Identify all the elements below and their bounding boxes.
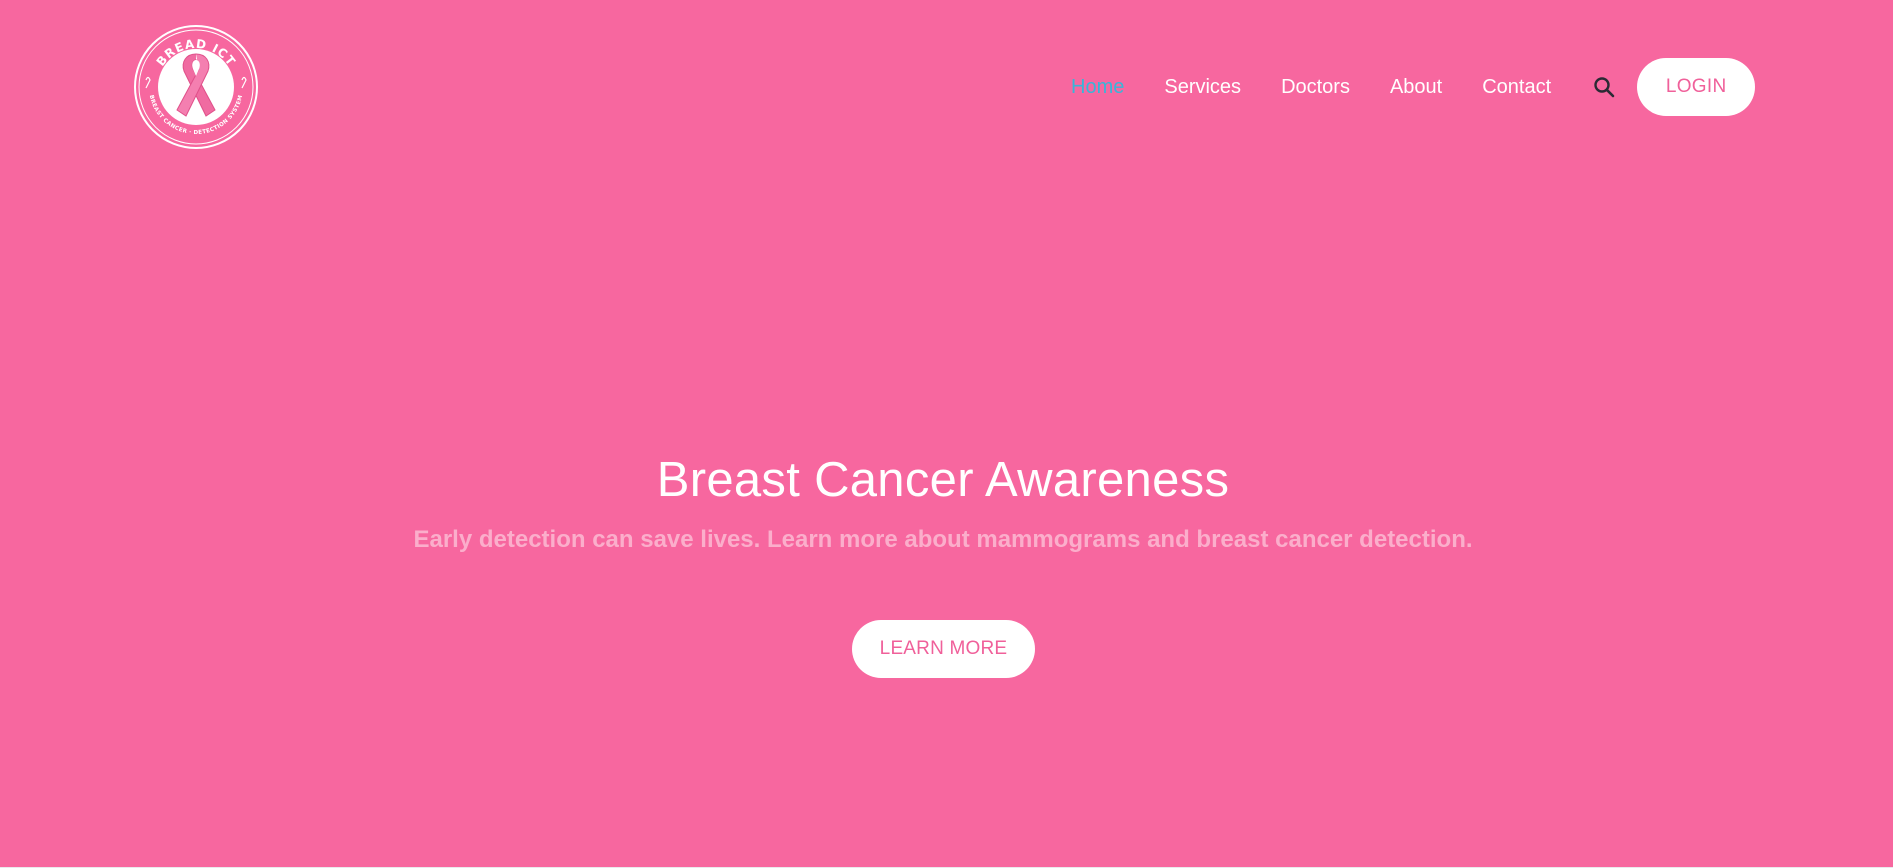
main-nav: Home Services Doctors About Contact LOGI… [1071, 58, 1756, 116]
nav-link-home[interactable]: Home [1071, 76, 1124, 99]
hero-title: Breast Cancer Awareness [656, 453, 1230, 507]
page: BREAD ICT BREAST CANCER · DETECTION SYST… [0, 0, 1893, 867]
nav-link-contact[interactable]: Contact [1482, 76, 1551, 99]
nav-link-doctors[interactable]: Doctors [1281, 76, 1350, 99]
search-icon [1594, 77, 1615, 98]
nav-link-services[interactable]: Services [1164, 76, 1241, 99]
hero-subtitle: Early detection can save lives. Learn mo… [413, 526, 1473, 553]
nav-link-about[interactable]: About [1390, 76, 1442, 99]
ribbon-logo-icon: BREAD ICT BREAST CANCER · DETECTION SYST… [134, 25, 258, 149]
login-button[interactable]: LOGIN [1637, 58, 1756, 116]
learn-more-button[interactable]: LEARN MORE [852, 620, 1035, 678]
search-button[interactable] [1591, 74, 1617, 100]
brand-logo[interactable]: BREAD ICT BREAST CANCER · DETECTION SYST… [133, 24, 259, 150]
